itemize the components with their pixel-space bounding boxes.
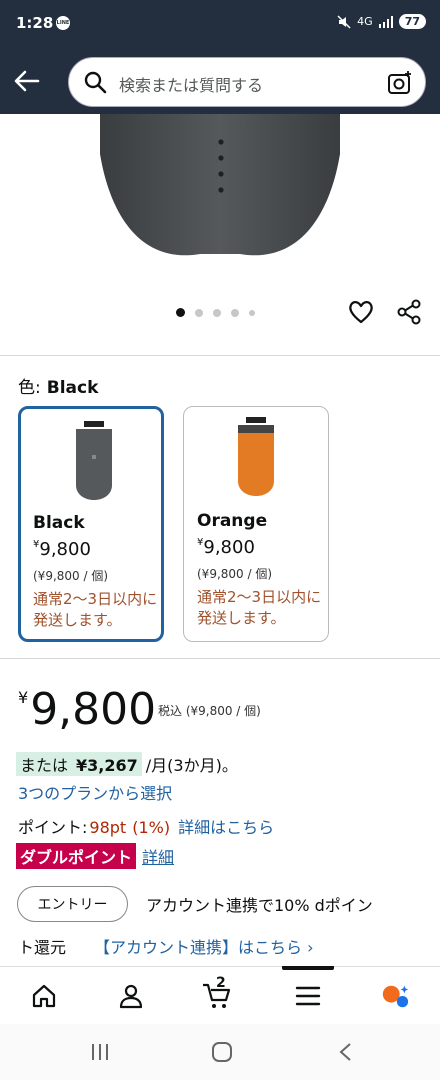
account-link-text: アカウント連携で10% dポイン xyxy=(146,896,373,915)
ai-assistant-icon xyxy=(382,985,409,1008)
divider xyxy=(0,355,440,356)
variant-price: ¥9,800 xyxy=(33,539,91,560)
arrow-left-icon xyxy=(14,70,40,92)
bottom-nav: 2 xyxy=(0,966,440,1024)
variant-name: Black xyxy=(33,513,85,533)
nav-rufus[interactable] xyxy=(380,981,410,1011)
status-time: 1:28 xyxy=(16,14,54,32)
double-point-details-link[interactable]: 詳細 xyxy=(142,844,174,868)
installment-amount: ¥3,267 xyxy=(76,756,138,775)
currency-symbol: ¥ xyxy=(18,688,29,707)
points-info: ポイント: 98pt (1%) 詳細はこちら xyxy=(18,814,274,838)
system-nav xyxy=(0,1024,440,1080)
color-label-text: 色: xyxy=(18,378,41,398)
installment-or-label: または xyxy=(20,756,69,775)
installment-info: または ¥3,267 /月(3か月)。 xyxy=(16,752,238,776)
heart-icon xyxy=(349,301,373,324)
search-placeholder: 検索または質問する xyxy=(119,76,264,95)
carousel-dot[interactable] xyxy=(231,308,239,317)
product-price: ¥9,800 xyxy=(18,684,156,735)
nav-account[interactable] xyxy=(116,981,146,1011)
account-link-text-cont: ト還元 xyxy=(18,938,67,957)
variant-black[interactable]: Black ¥9,800 (¥9,800 / 個) 通常2～3日以内に発送します… xyxy=(18,406,164,642)
price-amount: 9,800 xyxy=(30,684,157,735)
points-percent: (1%) xyxy=(132,818,171,837)
selected-color: Black xyxy=(46,378,99,398)
carousel-dot[interactable] xyxy=(213,308,221,317)
installment-plans-link[interactable]: 3つのプランから選択 xyxy=(18,780,172,804)
status-bar: 1:28 LINE 4G 77 xyxy=(0,0,440,50)
black-trimmer-thumbnail xyxy=(76,421,112,500)
variant-orange[interactable]: Orange ¥9,800 (¥9,800 / 個) 通常2～3日以内に発送しま… xyxy=(183,406,329,642)
variant-name: Orange xyxy=(197,511,268,531)
share-button[interactable] xyxy=(395,298,423,330)
network-type: 4G xyxy=(357,15,373,28)
variant-unit-price: (¥9,800 / 個) xyxy=(33,569,109,583)
double-point-badge: ダブルポイント xyxy=(16,843,137,869)
carousel-dot[interactable] xyxy=(249,309,255,316)
camera-search-icon[interactable] xyxy=(387,70,413,96)
status-icons: 4G 77 xyxy=(337,14,426,29)
divider xyxy=(0,658,440,659)
installment-highlight: または ¥3,267 xyxy=(16,752,142,776)
home-button-icon[interactable] xyxy=(211,1042,233,1062)
double-point-row: ダブルポイント 詳細 xyxy=(16,843,174,869)
line-app-icon: LINE xyxy=(56,16,70,30)
orange-trimmer-thumbnail xyxy=(238,417,274,496)
signal-icon xyxy=(378,15,393,28)
recent-apps-icon[interactable] xyxy=(90,1042,110,1062)
person-icon xyxy=(119,984,143,1009)
system-back-icon[interactable] xyxy=(337,1042,353,1062)
cart-count: 2 xyxy=(216,975,226,991)
app-header: 検索または質問する xyxy=(0,50,440,114)
carousel-dot[interactable] xyxy=(195,308,203,317)
variant-shipping: 通常2～3日以内に発送します。 xyxy=(33,590,158,629)
search-icon xyxy=(84,71,107,94)
menu-icon xyxy=(295,986,321,1006)
home-icon xyxy=(32,984,56,1008)
battery-indicator: 77 xyxy=(398,14,426,29)
account-link[interactable]: 【アカウント連携】はこちら › xyxy=(94,934,314,958)
image-carousel-dots[interactable] xyxy=(176,308,255,317)
active-tab-indicator xyxy=(282,966,334,970)
entry-button[interactable]: エントリー xyxy=(17,886,128,922)
variant-shipping: 通常2～3日以内に発送します。 xyxy=(197,588,322,627)
share-icon xyxy=(397,299,421,325)
points-label: ポイント: xyxy=(18,818,88,837)
points-value: 98pt xyxy=(89,818,127,837)
tax-note: 税込 (¥9,800 / 個) xyxy=(158,704,261,718)
nav-menu[interactable] xyxy=(293,981,323,1011)
variant-unit-price: (¥9,800 / 個) xyxy=(197,567,273,581)
back-button[interactable] xyxy=(10,64,44,98)
color-label: 色: Black xyxy=(18,373,98,398)
wishlist-button[interactable] xyxy=(347,298,375,330)
search-input[interactable]: 検索または質問する xyxy=(68,57,426,107)
installment-suffix: /月(3か月)。 xyxy=(145,756,238,775)
variant-price: ¥9,800 xyxy=(197,537,255,558)
variant-price-value: 9,800 xyxy=(203,537,255,558)
mute-icon xyxy=(337,14,351,29)
nav-home[interactable] xyxy=(29,981,59,1011)
points-details-link[interactable]: 詳細はこちら xyxy=(178,818,274,837)
variant-price-value: 9,800 xyxy=(39,539,91,560)
carousel-dot[interactable] xyxy=(176,308,185,317)
